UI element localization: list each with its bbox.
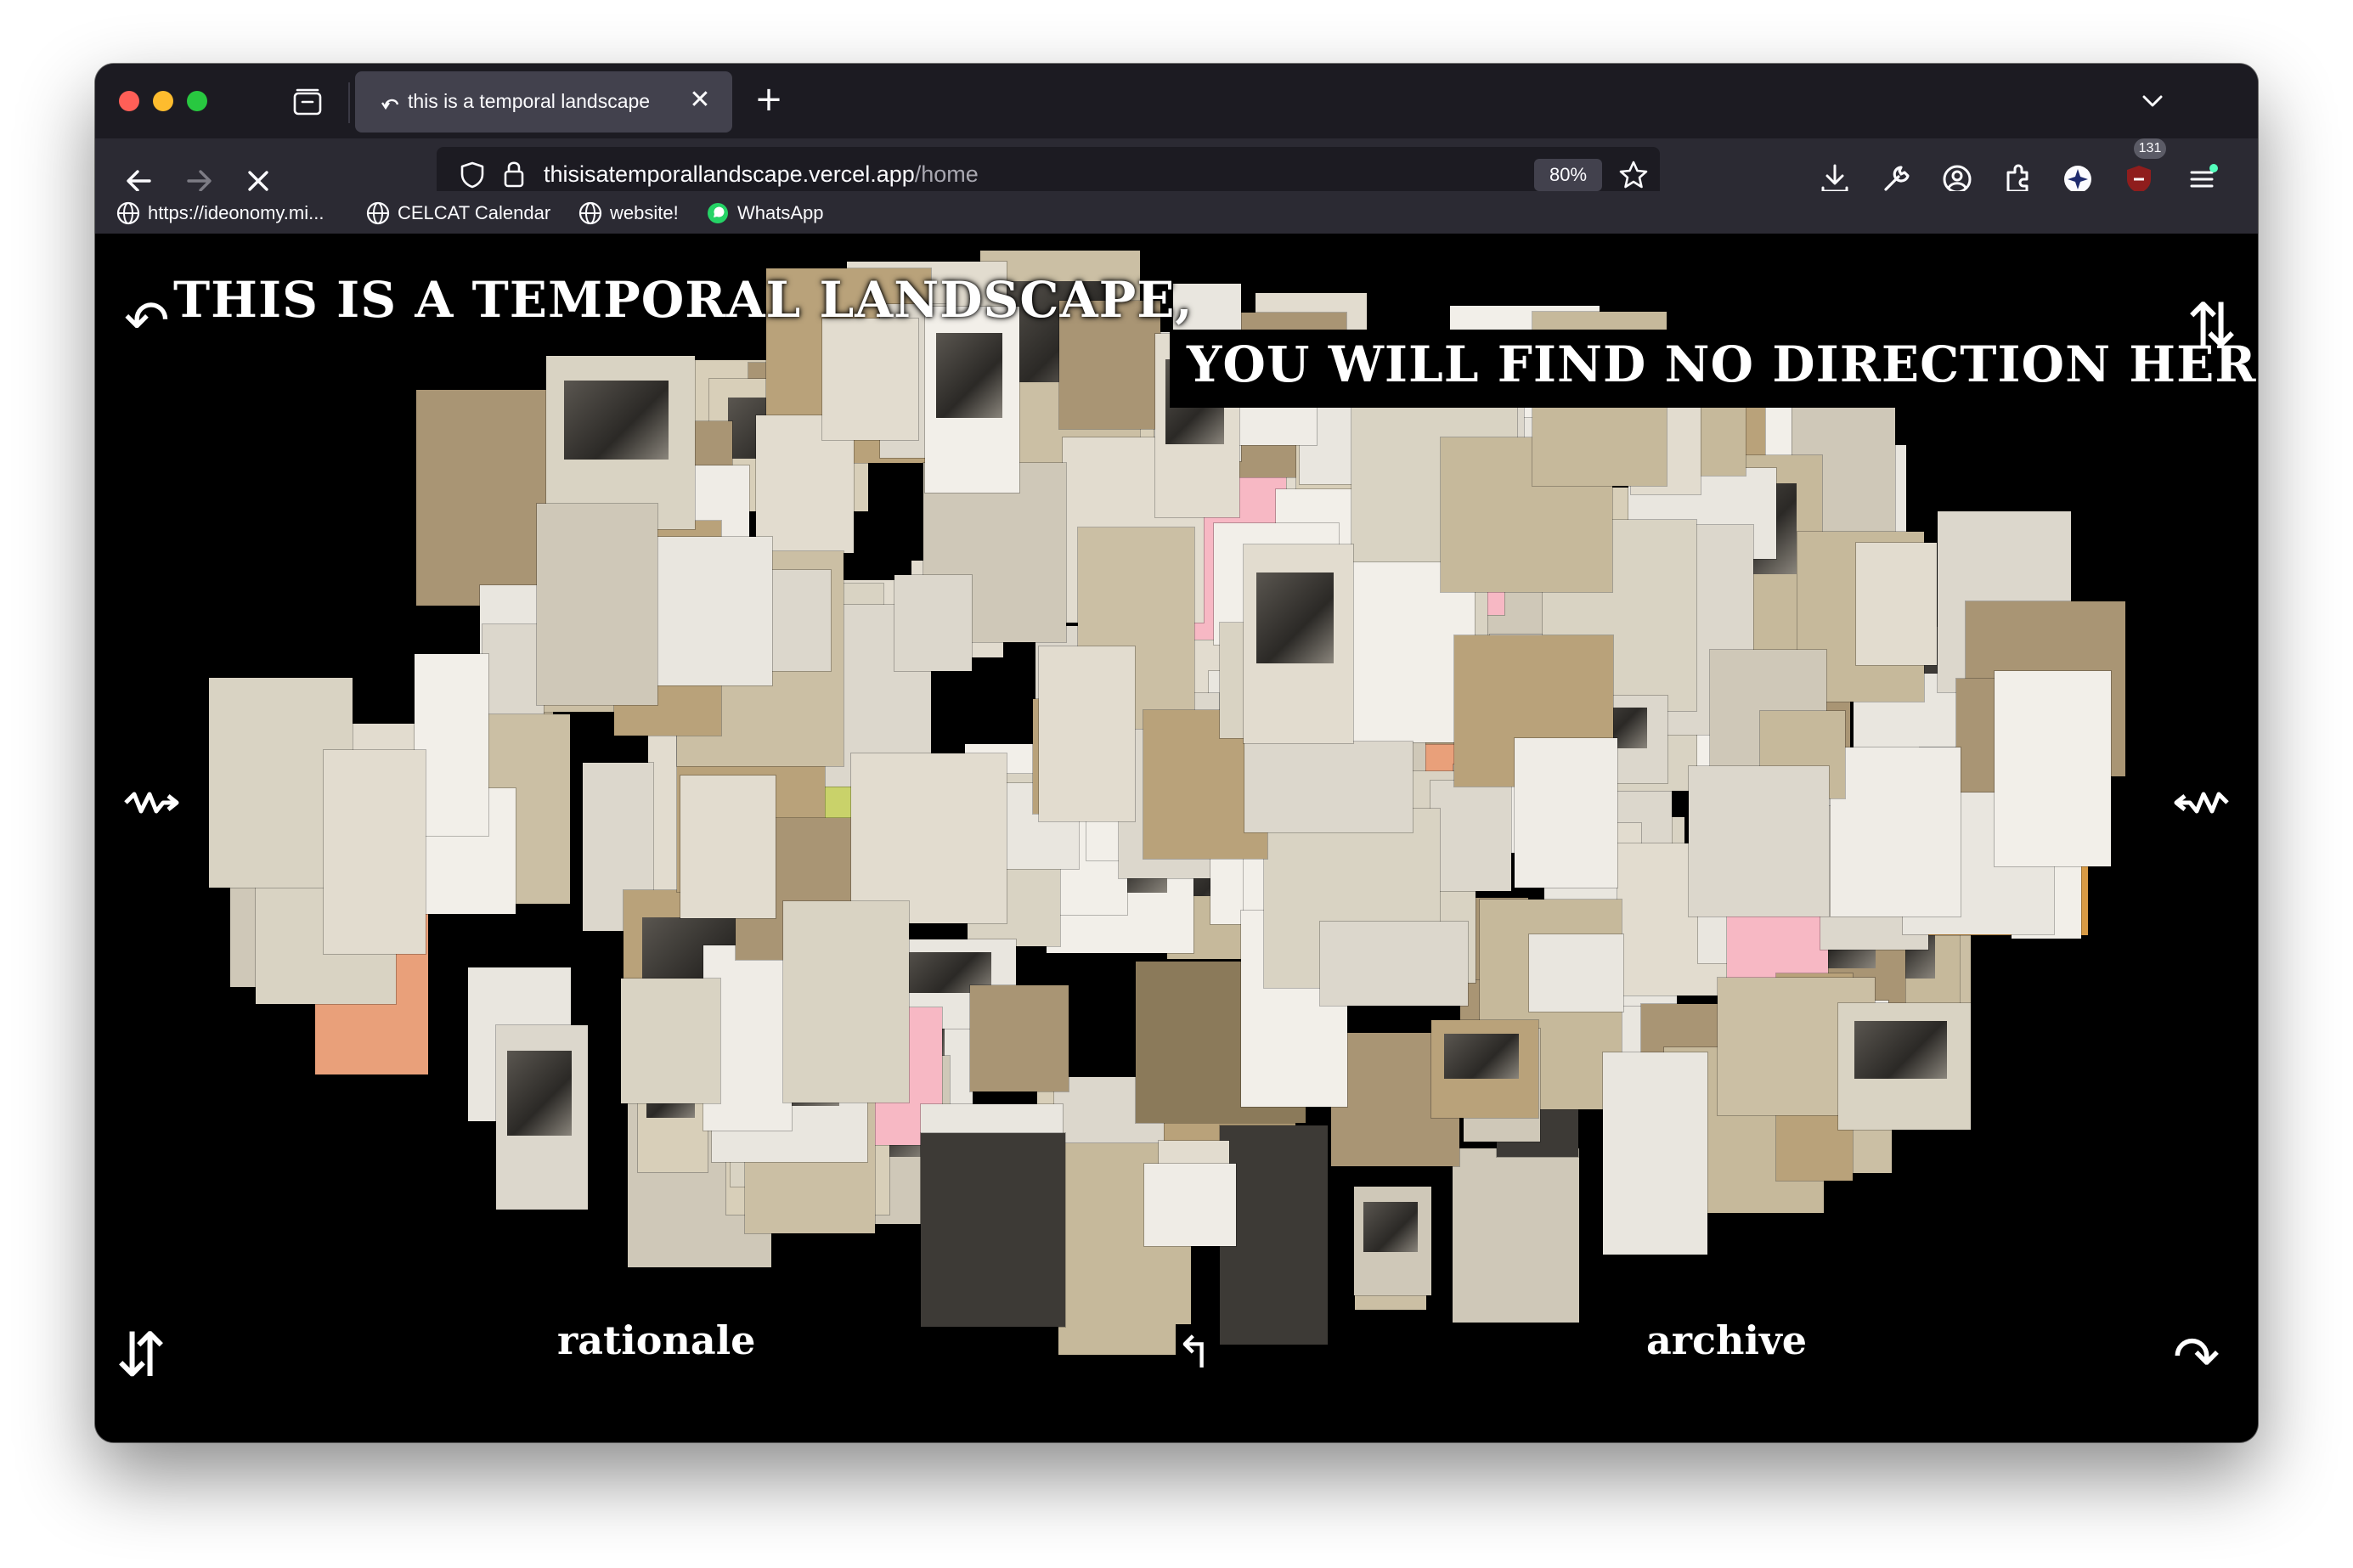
globe-icon bbox=[578, 201, 602, 225]
archive-document-scan[interactable] bbox=[1529, 934, 1623, 1012]
archive-document-scan[interactable] bbox=[1515, 738, 1617, 888]
tab-divider bbox=[348, 82, 350, 123]
tab-title: this is a temporal landscape bbox=[408, 90, 651, 112]
archive-document-scan[interactable] bbox=[1144, 1164, 1236, 1246]
bookmark-label: website! bbox=[610, 202, 679, 223]
url-text[interactable]: thisisatemporallandscape.vercel.app/home bbox=[544, 161, 979, 188]
rotate-left-arrow[interactable]: ↶ bbox=[124, 290, 170, 353]
archive-document-scan[interactable] bbox=[1244, 742, 1413, 832]
globe-icon bbox=[116, 201, 140, 225]
tab-close-icon[interactable]: ✕ bbox=[683, 83, 717, 117]
whatsapp-icon bbox=[708, 203, 728, 223]
url-host: thisisatemporallandscape.vercel.app bbox=[544, 161, 915, 187]
list-all-tabs-icon[interactable] bbox=[2137, 86, 2168, 116]
archive-document-scan[interactable] bbox=[783, 901, 909, 1103]
archive-document-scan[interactable] bbox=[1603, 1052, 1707, 1255]
archive-document-scan[interactable] bbox=[925, 307, 1019, 493]
globe-icon bbox=[366, 201, 390, 225]
archive-document-scan[interactable] bbox=[822, 319, 918, 440]
archive-document-scan[interactable] bbox=[1220, 1125, 1328, 1345]
zoom-window-button[interactable] bbox=[187, 91, 207, 111]
extension-badge-count: 131 bbox=[2134, 138, 2166, 159]
tracking-protection-shield-icon[interactable] bbox=[459, 161, 486, 189]
archive-document-scan[interactable] bbox=[1244, 544, 1353, 743]
tab-active[interactable]: this is a temporal landscape ✕ bbox=[355, 71, 732, 133]
archive-document-scan[interactable] bbox=[1354, 1187, 1431, 1295]
archive-collage bbox=[95, 234, 2258, 1442]
page-title-line-2: YOU WILL FIND NO DIRECTION HERE bbox=[1187, 336, 2258, 393]
rationale-link[interactable]: rationale bbox=[549, 1316, 761, 1368]
tab-manager-icon[interactable] bbox=[292, 87, 323, 116]
archive-document-scan[interactable] bbox=[1856, 543, 1937, 665]
bookmark-label: CELCAT Calendar bbox=[398, 202, 551, 223]
archive-document-scan[interactable] bbox=[851, 753, 1007, 923]
document-photo bbox=[506, 1051, 572, 1137]
bookmark-ideonomy[interactable]: https://ideonomy.mi... bbox=[116, 196, 324, 230]
browser-window: this is a temporal landscape ✕ + thisisa… bbox=[95, 64, 2258, 1442]
archive-document-scan[interactable] bbox=[1453, 1148, 1579, 1323]
document-photo bbox=[1444, 1034, 1520, 1079]
bookmark-website[interactable]: website! bbox=[578, 196, 679, 230]
archive-document-scan[interactable] bbox=[1431, 1020, 1538, 1118]
archive-link[interactable]: archive bbox=[1638, 1316, 1812, 1368]
document-photo bbox=[1854, 1020, 1947, 1080]
swap-vertical-arrow-top[interactable]: ⇅ bbox=[2187, 290, 2237, 361]
bookmark-celcat[interactable]: CELCAT Calendar bbox=[365, 196, 550, 230]
bookmark-label: https://ideonomy.mi... bbox=[148, 202, 324, 223]
bookmark-star-icon[interactable] bbox=[1617, 159, 1650, 191]
minimize-window-button[interactable] bbox=[153, 91, 173, 111]
lock-icon[interactable] bbox=[501, 159, 527, 189]
archive-document-scan[interactable] bbox=[894, 575, 972, 671]
close-window-button[interactable] bbox=[119, 91, 139, 111]
archive-document-scan[interactable] bbox=[415, 654, 488, 836]
archive-document-scan[interactable] bbox=[482, 624, 544, 720]
url-path: /home bbox=[914, 161, 979, 187]
document-photo bbox=[936, 332, 1002, 419]
archive-document-scan[interactable] bbox=[1689, 766, 1829, 917]
bookmark-whatsapp[interactable]: WhatsApp bbox=[705, 196, 824, 230]
bookmark-label: WhatsApp bbox=[737, 202, 824, 223]
archive-document-scan[interactable] bbox=[1838, 1003, 1971, 1130]
archive-document-scan[interactable] bbox=[921, 1133, 1065, 1327]
archive-document-scan[interactable] bbox=[655, 537, 772, 685]
page-content: ↶ THIS IS A TEMPORAL LANDSCAPE, YOU WILL… bbox=[95, 234, 2258, 1442]
archive-document-scan[interactable] bbox=[970, 985, 1069, 1091]
document-photo bbox=[1363, 1201, 1418, 1252]
archive-document-scan[interactable] bbox=[621, 979, 720, 1103]
archive-document-scan[interactable] bbox=[537, 504, 657, 705]
tab-strip: this is a temporal landscape ✕ + bbox=[95, 64, 2258, 138]
archive-document-scan[interactable] bbox=[1320, 922, 1468, 1006]
turn-up-left-arrow[interactable]: ↰ bbox=[1176, 1328, 1213, 1379]
archive-document-scan[interactable] bbox=[1995, 671, 2111, 866]
archive-document-scan[interactable] bbox=[1039, 646, 1135, 821]
archive-document-scan[interactable] bbox=[1430, 781, 1511, 891]
tab-favicon-icon bbox=[381, 99, 399, 110]
squiggle-left-arrow-icon[interactable] bbox=[2168, 770, 2232, 835]
squiggle-right-arrow-icon[interactable] bbox=[121, 770, 185, 835]
bookmarks-toolbar: https://ideonomy.mi... CELCAT Calendar w… bbox=[95, 191, 2258, 234]
zoom-level-badge[interactable]: 80% bbox=[1534, 159, 1602, 191]
archive-document-scan[interactable] bbox=[324, 750, 426, 954]
archive-document-scan[interactable] bbox=[496, 1025, 588, 1210]
document-photo bbox=[1256, 572, 1334, 664]
new-tab-button[interactable]: + bbox=[749, 81, 788, 120]
archive-document-scan[interactable] bbox=[680, 776, 776, 918]
archive-document-scan[interactable] bbox=[1831, 747, 1961, 917]
rotate-right-arrow[interactable]: ↷ bbox=[2173, 1324, 2220, 1390]
page-title-line-1: THIS IS A TEMPORAL LANDSCAPE, bbox=[173, 271, 1193, 329]
swap-vertical-arrow-bottom[interactable]: ⇵ bbox=[116, 1319, 166, 1390]
document-photo bbox=[564, 380, 669, 460]
